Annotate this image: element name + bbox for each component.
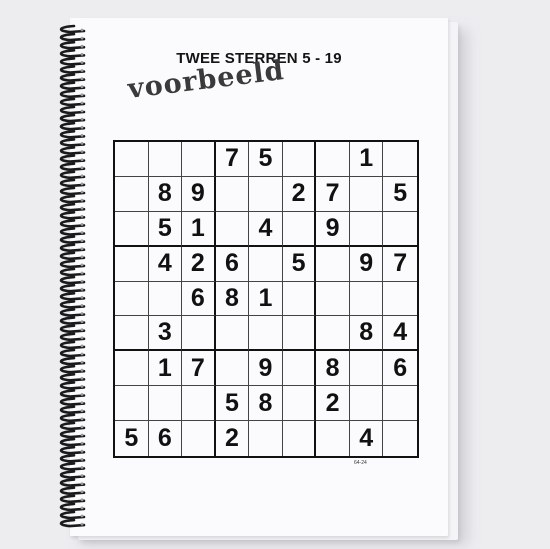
sudoku-cell: 1 <box>182 211 216 247</box>
sudoku-cell <box>215 351 250 387</box>
sudoku-cell: 2 <box>282 176 317 212</box>
sudoku-cell <box>316 281 350 317</box>
sudoku-cell: 2 <box>182 246 216 282</box>
sudoku-cell <box>115 176 149 212</box>
sudoku-cell: 6 <box>383 351 417 387</box>
sudoku-cell <box>182 421 216 456</box>
sudoku-cell <box>215 211 250 247</box>
sudoku-cell <box>282 316 317 352</box>
sudoku-cell: 6 <box>149 421 183 456</box>
sudoku-cell: 7 <box>182 351 216 387</box>
sudoku-cell: 2 <box>316 386 350 422</box>
sudoku-cell: 4 <box>350 421 384 456</box>
sudoku-cell <box>282 351 317 387</box>
sudoku-cell: 5 <box>115 421 149 456</box>
sudoku-cell <box>115 386 149 422</box>
sudoku-cell: 5 <box>383 177 417 212</box>
sudoku-cell: 8 <box>215 281 250 317</box>
sudoku-cell <box>115 246 149 282</box>
sudoku-cell <box>383 212 417 247</box>
sudoku-cell: 8 <box>249 386 283 422</box>
sudoku-cell: 1 <box>249 281 283 317</box>
sudoku-cell <box>182 142 216 177</box>
sudoku-cell <box>115 211 149 247</box>
sudoku-cell <box>148 281 183 317</box>
sudoku-cell <box>349 176 384 212</box>
sudoku-cell <box>249 246 283 282</box>
sudoku-cell: 5 <box>148 211 183 247</box>
spiral-binding-icon <box>59 24 86 528</box>
sudoku-cell: 4 <box>249 211 283 247</box>
sudoku-cell <box>349 281 384 317</box>
sudoku-cell <box>316 142 350 177</box>
sudoku-cell: 8 <box>316 351 350 387</box>
sudoku-cell <box>316 421 350 456</box>
sudoku-cell: 7 <box>316 176 350 212</box>
sudoku-cell <box>282 211 317 247</box>
sudoku-cell <box>282 281 317 317</box>
sudoku-cell <box>249 176 283 212</box>
sudoku-cell <box>182 316 216 352</box>
sudoku-cell: 1 <box>349 142 384 177</box>
page-code: 64-24 <box>354 460 367 466</box>
sudoku-cell: 6 <box>182 281 216 317</box>
sudoku-cell: 9 <box>182 176 216 212</box>
sudoku-cell <box>282 386 317 422</box>
sudoku-cell: 4 <box>383 316 417 352</box>
sudoku-cell <box>115 281 149 317</box>
sudoku-cell <box>349 211 384 247</box>
sudoku-cell <box>383 142 417 177</box>
sudoku-cell <box>249 421 283 456</box>
sudoku-cell: 7 <box>215 142 250 177</box>
sudoku-cell <box>182 386 216 422</box>
sudoku-cell: 2 <box>216 421 250 456</box>
sudoku-cell <box>115 142 149 177</box>
sudoku-cell: 1 <box>148 351 183 387</box>
sudoku-cell: 6 <box>215 246 250 282</box>
sudoku-cell: 4 <box>148 246 183 282</box>
sudoku-cell <box>282 142 317 177</box>
sudoku-cell: 8 <box>148 176 183 212</box>
sudoku-cell <box>383 421 417 456</box>
sudoku-cell <box>283 421 317 456</box>
sudoku-cell <box>316 246 350 282</box>
sudoku-cell: 8 <box>349 316 384 352</box>
sudoku-cell <box>215 176 250 212</box>
sudoku-cell <box>316 316 350 352</box>
sudoku-cell: 9 <box>316 211 350 247</box>
sudoku-cell <box>148 142 183 177</box>
sudoku-cell <box>249 316 283 352</box>
sudoku-cell <box>215 316 250 352</box>
sudoku-cell: 7 <box>383 247 417 282</box>
sudoku-cell: 9 <box>349 246 384 282</box>
sudoku-cell: 5 <box>282 246 317 282</box>
sudoku-cell <box>383 386 417 422</box>
sudoku-cell <box>115 351 149 387</box>
sudoku-cell <box>148 386 183 422</box>
sudoku-cell <box>349 386 384 422</box>
sudoku-grid: 751892755149426597681384179865825624 <box>113 140 419 458</box>
sudoku-cell: 5 <box>215 386 250 422</box>
sudoku-cell <box>383 282 417 317</box>
sudoku-cell: 9 <box>249 351 283 387</box>
sudoku-cell <box>349 351 384 387</box>
sudoku-cell: 3 <box>148 316 183 352</box>
sudoku-cell <box>115 316 149 352</box>
sudoku-cell: 5 <box>249 142 283 177</box>
